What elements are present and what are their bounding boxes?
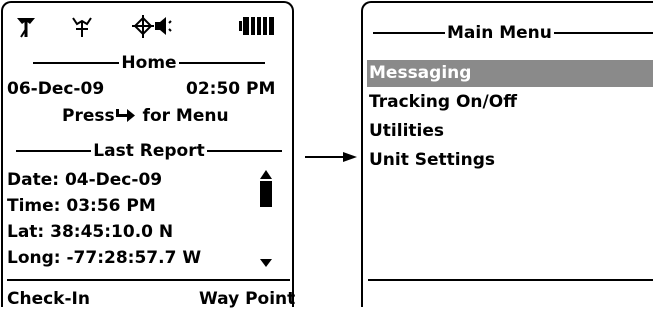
softkey-divider [7, 279, 290, 281]
menu-hint-suffix: for Menu [142, 106, 229, 126]
menu-item-messaging[interactable]: Messaging [367, 60, 653, 87]
main-menu-header: Main Menu [373, 22, 653, 44]
satellite-antenna-icon [72, 17, 92, 37]
scroll-down-arrow-icon[interactable] [259, 258, 273, 268]
current-time: 02:50 PM [186, 79, 276, 99]
menu-hint-prefix: Press [62, 106, 115, 126]
menu-hint: Press for Menu [62, 105, 229, 127]
report-latitude: Lat: 38:45:10.0 N [7, 222, 174, 242]
current-date: 06-Dec-09 [7, 79, 105, 99]
enter-key-icon [115, 109, 135, 122]
transition-arrow-icon [305, 152, 357, 162]
menu-item-utilities[interactable]: Utilities [367, 118, 653, 145]
menu-softkey-divider [368, 279, 653, 281]
last-report-title: Last Report [93, 141, 205, 161]
way-point-button[interactable]: Way Point [199, 288, 295, 310]
menu-item-unit-settings[interactable]: Unit Settings [367, 147, 653, 174]
home-title: Home [121, 53, 177, 73]
check-in-button[interactable]: Check-In [7, 288, 90, 310]
scroll-up-indicator[interactable] [259, 168, 273, 208]
last-report-header: Last Report [16, 140, 283, 162]
crosshair-icon [132, 15, 154, 38]
main-menu-screen: Main Menu Messaging Tracking On/Off Util… [361, 1, 653, 307]
home-screen: Home 06-Dec-09 02:50 PM Press for Menu L… [1, 1, 295, 310]
speaker-icon [155, 17, 172, 35]
report-time: Time: 03:56 PM [7, 196, 156, 216]
gps-antenna-icon [17, 18, 35, 38]
report-date: Date: 04-Dec-09 [7, 170, 163, 190]
status-bar [3, 15, 292, 41]
report-longitude: Long: -77:28:57.7 W [7, 248, 202, 268]
menu-item-tracking[interactable]: Tracking On/Off [367, 89, 653, 116]
home-header: Home [33, 52, 265, 74]
battery-icon [239, 17, 274, 35]
main-menu-title: Main Menu [447, 23, 552, 43]
